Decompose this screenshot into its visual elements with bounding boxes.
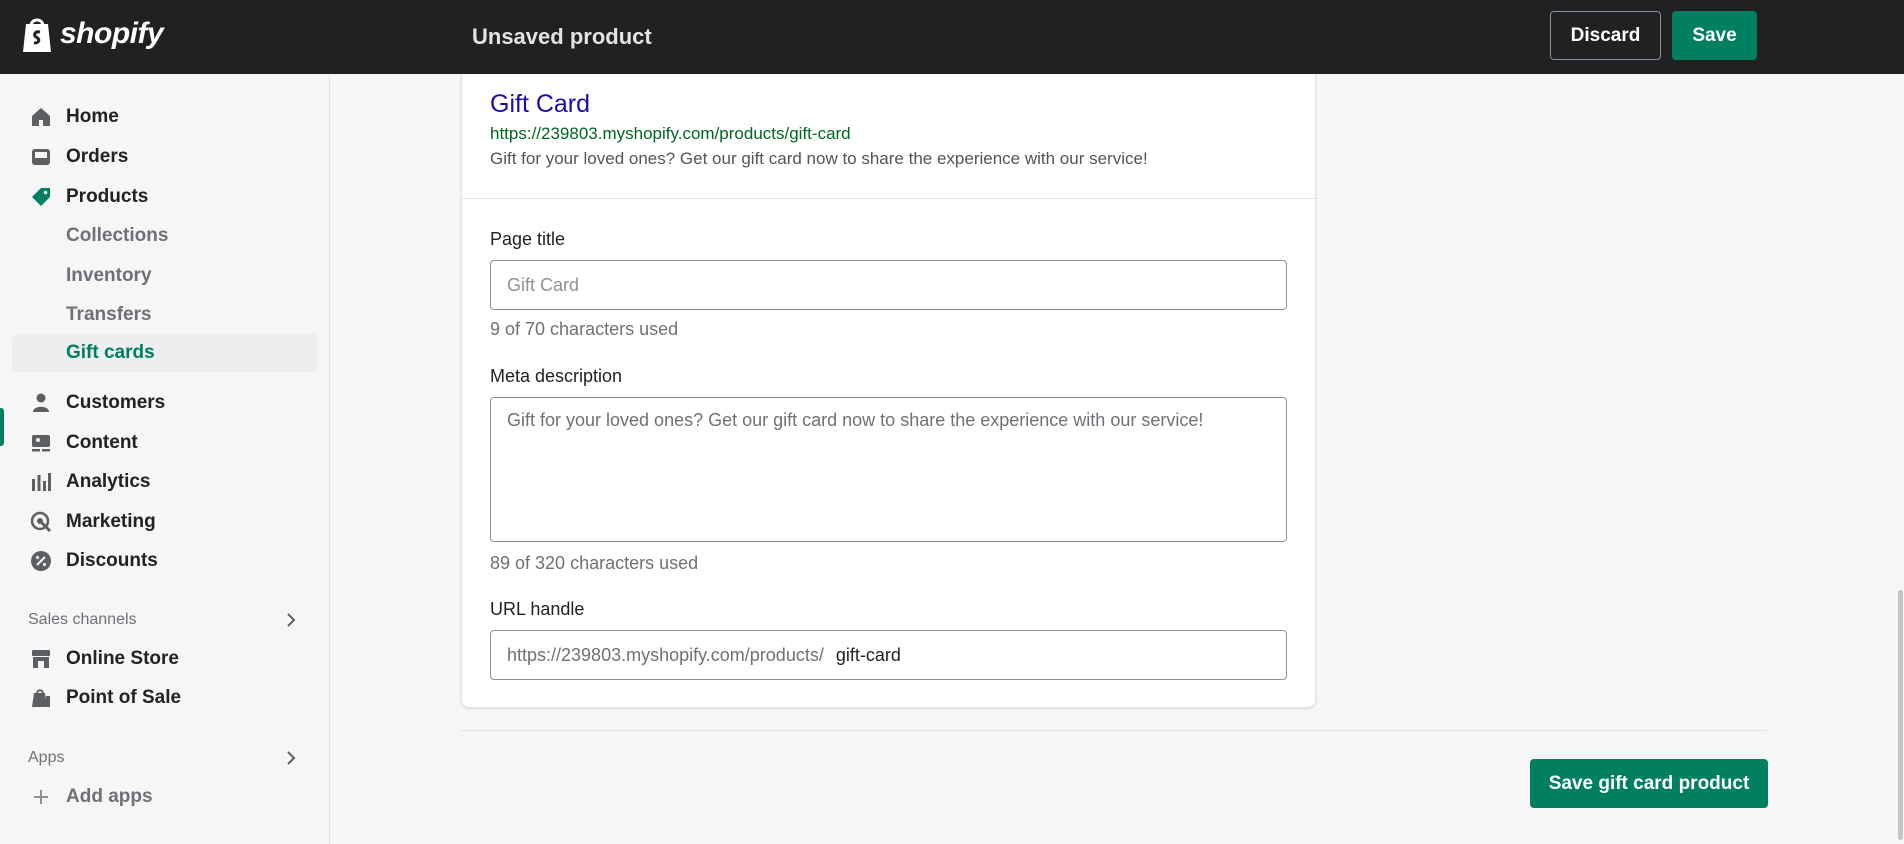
sidebar-item-home[interactable]: Home xyxy=(12,98,318,136)
chevron-right-icon[interactable] xyxy=(282,749,300,767)
store-icon xyxy=(29,647,53,671)
add-apps-button[interactable]: Add apps xyxy=(12,778,318,816)
sales-channels-label: Sales channels xyxy=(28,611,137,628)
sidebar-item-label: Orders xyxy=(66,146,129,167)
active-indicator xyxy=(0,408,4,446)
sidebar-item-discounts[interactable]: Discounts xyxy=(12,542,318,580)
page-title: Unsaved product xyxy=(472,24,652,49)
sidebar-item-collections[interactable]: Collections xyxy=(12,217,318,255)
sidebar-item-label: Discounts xyxy=(66,550,158,571)
plus-icon xyxy=(29,785,53,809)
sidebar-item-label: Transfers xyxy=(66,304,152,325)
card-divider xyxy=(462,198,1315,199)
save-button[interactable]: Save xyxy=(1672,11,1757,60)
top-bar: shopify Unsaved product Discard Save xyxy=(0,0,1904,74)
search-preview-description: Gift for your loved ones? Get our gift c… xyxy=(490,149,1148,168)
sidebar-item-label: Analytics xyxy=(66,471,151,492)
sidebar-item-label: Inventory xyxy=(66,265,152,286)
sidebar-item-label: Home xyxy=(66,106,119,127)
apps-label: Apps xyxy=(28,749,65,766)
sidebar-item-products[interactable]: Products xyxy=(12,178,318,216)
meta-description-input[interactable] xyxy=(490,397,1287,542)
url-handle-prefix: https://239803.myshopify.com/products/ xyxy=(507,644,824,665)
inbox-icon xyxy=(29,145,53,169)
url-handle-label: URL handle xyxy=(490,599,585,619)
page-title-help: 9 of 70 characters used xyxy=(490,319,679,339)
sidebar-item-customers[interactable]: Customers xyxy=(12,384,318,422)
image-icon xyxy=(29,431,53,455)
home-icon xyxy=(29,105,53,129)
person-icon xyxy=(29,391,53,415)
meta-description-help: 89 of 320 characters used xyxy=(490,553,699,573)
discard-button[interactable]: Discard xyxy=(1550,11,1661,60)
sidebar-item-label: Content xyxy=(66,432,138,453)
sidebar-item-gift-cards[interactable]: Gift cards xyxy=(12,334,318,372)
shopify-bag-icon xyxy=(23,18,51,52)
sidebar-item-orders[interactable]: Orders xyxy=(12,138,318,176)
sidebar-item-label: Gift cards xyxy=(66,342,155,363)
sidebar-item-label: Customers xyxy=(66,392,166,413)
scrollbar-thumb[interactable] xyxy=(1898,590,1903,840)
sidebar-item-label: Point of Sale xyxy=(66,687,182,708)
url-handle-input[interactable] xyxy=(823,633,1286,677)
bar-chart-icon xyxy=(29,470,53,494)
search-preview-url: https://239803.myshopify.com/products/gi… xyxy=(490,124,851,143)
sidebar-item-label: Marketing xyxy=(66,511,156,532)
sidebar-item-content[interactable]: Content xyxy=(12,424,318,462)
seo-card: Gift Card https://239803.myshopify.com/p… xyxy=(461,74,1316,708)
page-title-input[interactable] xyxy=(490,260,1287,310)
url-handle-field[interactable]: https://239803.myshopify.com/products/ xyxy=(490,630,1287,680)
search-preview-title: Gift Card xyxy=(490,90,591,118)
sidebar-item-analytics[interactable]: Analytics xyxy=(12,463,318,501)
add-apps-label: Add apps xyxy=(66,786,153,807)
pos-icon xyxy=(29,686,53,710)
tag-icon xyxy=(29,185,53,209)
sidebar-item-marketing[interactable]: Marketing xyxy=(12,503,318,541)
sidebar-item-label: Products xyxy=(66,186,149,207)
sidebar-item-inventory[interactable]: Inventory xyxy=(12,257,318,295)
sidebar-item-transfers[interactable]: Transfers xyxy=(12,296,318,334)
target-icon xyxy=(29,510,53,534)
meta-description-label: Meta description xyxy=(490,366,623,386)
chevron-right-icon[interactable] xyxy=(282,611,300,629)
shopify-logo[interactable]: shopify xyxy=(20,14,164,54)
sidebar-item-point-of-sale[interactable]: Point of Sale xyxy=(12,679,318,717)
page-title-label: Page title xyxy=(490,229,566,249)
save-gift-card-product-button[interactable]: Save gift card product xyxy=(1530,759,1768,808)
brand-name: shopify xyxy=(60,17,164,50)
sidebar: Home Orders Products Collections Invento… xyxy=(0,74,330,844)
discount-icon xyxy=(29,549,53,573)
sidebar-item-online-store[interactable]: Online Store xyxy=(12,640,318,678)
sidebar-item-label: Collections xyxy=(66,225,169,246)
sidebar-item-label: Online Store xyxy=(66,648,179,669)
page-divider xyxy=(461,730,1767,731)
